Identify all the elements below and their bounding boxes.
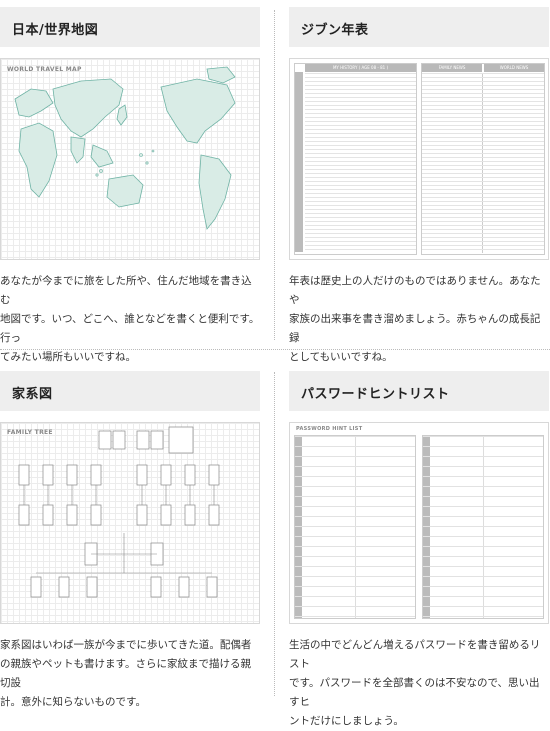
table-header: WORLD NEWS <box>484 64 544 72</box>
description-line: あなたが今までに旅をした所や、住んだ地域を書き込む <box>0 275 252 306</box>
map-land-greenland <box>206 66 236 84</box>
description-line: 年表は歴史上の人だけのものではありません。あなたや <box>289 275 541 306</box>
timeline-left-page: MY HISTORY ( AGE 08 - 81 ) <box>294 63 417 255</box>
thumbnail-title: PASSWORD HINT LIST <box>296 426 363 432</box>
vertical-divider <box>274 10 275 340</box>
family-tree-illustration <box>18 426 220 598</box>
map-land-japan <box>116 104 128 126</box>
description-line: の親族やペットも書けます。さらに家紋まで描ける親切設 <box>0 658 251 689</box>
description-line: 家族の出来事を書き溜めましょう。赤ちゃんの成長記録 <box>289 313 541 344</box>
world-map-illustration <box>14 66 236 230</box>
card-password-hint-list: パスワードヒントリスト PASSWORD HINT LIST 生活の中でどんどん… <box>289 364 549 727</box>
card-heading: 日本/世界地図 <box>0 7 260 47</box>
description-line: です。パスワードを全部書くのは不安なので、思い出すヒ <box>289 677 540 708</box>
card-heading: パスワードヒントリスト <box>289 371 549 411</box>
card-description: 生活の中でどんどん増えるパスワードを書き留めるリスト です。パスワードを全部書く… <box>289 636 549 731</box>
timeline-thumbnail[interactable]: MY HISTORY ( AGE 08 - 81 ) FAMILY NEWS W… <box>289 58 549 260</box>
password-list-thumbnail[interactable]: PASSWORD HINT LIST <box>289 422 549 624</box>
password-list-right-page <box>422 435 544 619</box>
card-world-map: 日本/世界地図 WORLD TRAVEL MAP あなたが今までに旅をした所や、… <box>0 0 260 363</box>
world-map-thumbnail[interactable]: WORLD TRAVEL MAP <box>0 58 260 260</box>
table-header: FAMILY NEWS <box>422 64 482 72</box>
map-land-europe <box>14 88 54 118</box>
description-line: 地図です。いつ、どこへ、誰となどを書くと便利です。行っ <box>0 313 260 344</box>
family-tree-thumbnail[interactable]: FAMILY TREE <box>0 422 260 624</box>
vertical-divider <box>274 372 275 696</box>
map-land-asia <box>52 78 124 138</box>
map-land-africa <box>18 122 58 198</box>
password-list-left-page <box>294 435 416 619</box>
description-line: 生活の中でどんどん増えるパスワードを書き留めるリスト <box>289 639 541 670</box>
card-description: あなたが今までに旅をした所や、住んだ地域を書き込む 地図です。いつ、どこへ、誰と… <box>0 272 260 367</box>
map-land-se-asia <box>90 144 114 168</box>
card-description: 家系図はいわば一族が今までに歩いてきた道。配偶者 の親族やペットも書けます。さら… <box>0 636 260 712</box>
table-header: MY HISTORY ( AGE 08 - 81 ) <box>305 64 416 72</box>
map-land-india <box>70 136 86 164</box>
card-heading: 家系図 <box>0 371 260 411</box>
description-line: 家系図はいわば一族が今までに歩いてきた道。配偶者 <box>0 639 252 651</box>
timeline-age-strip <box>295 72 303 252</box>
timeline-right-page: FAMILY NEWS WORLD NEWS <box>421 63 545 255</box>
map-land-australia <box>106 174 144 208</box>
map-land-north-america <box>160 78 236 144</box>
description-line: ントだけにしましょう。 <box>289 715 404 727</box>
timeline-rows <box>305 73 416 253</box>
card-personal-timeline: ジブン年表 MY HISTORY ( AGE 08 - 81 ) FAMILY … <box>289 0 549 363</box>
card-family-tree: 家系図 FAMILY TREE 家系図はいわば一族が今までに歩いてきた道。配偶者… <box>0 364 260 708</box>
card-description: 年表は歴史上の人だけのものではありません。あなたや 家族の出来事を書き溜めましょ… <box>289 272 549 367</box>
timeline-rows <box>422 73 544 253</box>
card-heading: ジブン年表 <box>289 7 549 47</box>
map-land-south-america <box>198 154 232 230</box>
